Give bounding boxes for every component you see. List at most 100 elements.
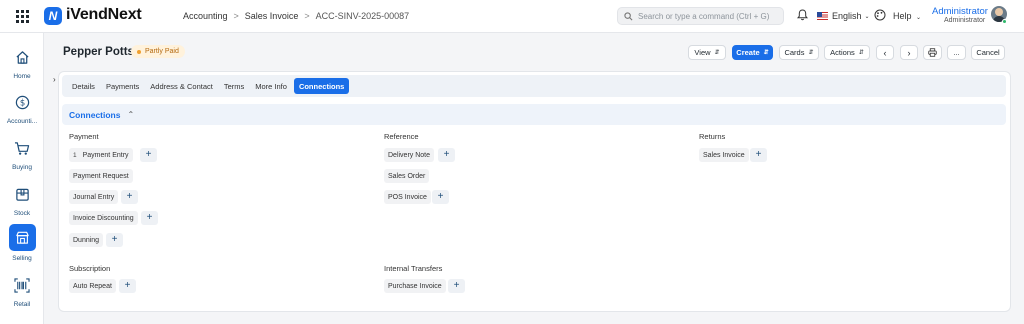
tab-payments[interactable]: Payments <box>102 78 143 94</box>
purchase-invoice-link[interactable]: Purchase Invoice <box>384 279 446 293</box>
add-purchase-invoice-button[interactable]: + <box>448 279 465 293</box>
search-icon <box>624 11 633 20</box>
printer-icon <box>928 48 937 57</box>
print-button[interactable] <box>923 45 942 60</box>
sidebar: Home $ Accounti... Buying Stock Selling … <box>0 33 44 324</box>
bell-icon[interactable] <box>797 9 808 21</box>
payment-request-label: Payment Request <box>73 172 129 180</box>
sales-order-link[interactable]: Sales Order <box>384 169 430 183</box>
box-icon <box>15 188 29 201</box>
sidebar-item-stock[interactable]: Stock <box>0 182 44 217</box>
payment-group-label: Payment <box>69 132 99 141</box>
sidebar-label-retail: Retail <box>13 301 31 308</box>
sidebar-item-buying[interactable]: Buying <box>0 136 44 171</box>
sales-order-label: Sales Order <box>388 172 426 180</box>
tab-connections[interactable]: Connections <box>293 78 350 94</box>
more-icon: ... <box>953 48 960 57</box>
auto-repeat-label: Auto Repeat <box>73 282 112 290</box>
sidebar-item-home[interactable]: Home <box>0 45 44 80</box>
sidebar-label-accounting: Accounti... <box>6 118 38 125</box>
next-button[interactable]: › <box>900 45 918 60</box>
svg-text:$: $ <box>19 97 24 107</box>
dunning-label: Dunning <box>73 236 100 244</box>
actions-button[interactable]: Actions ⇵ <box>824 45 870 60</box>
sidebar-item-selling[interactable]: Selling <box>0 224 44 262</box>
sales-invoice-return-link[interactable]: Sales Invoice <box>699 148 749 162</box>
sidebar-label-stock: Stock <box>13 210 31 217</box>
cart-icon <box>14 141 30 155</box>
brand-name[interactable]: iVendNext <box>66 6 142 24</box>
add-dunning-button[interactable]: + <box>106 233 123 247</box>
view-button[interactable]: View ⇵ <box>688 45 726 60</box>
tab-more-info[interactable]: More Info <box>251 78 291 94</box>
add-delivery-note-button[interactable]: + <box>438 148 455 162</box>
previous-button[interactable]: ‹ <box>876 45 894 60</box>
auto-repeat-link[interactable]: Auto Repeat <box>69 279 116 293</box>
search-bar[interactable] <box>617 7 784 25</box>
user-name[interactable]: Administrator <box>932 6 988 17</box>
payment-entry-count: 1 <box>73 151 77 159</box>
chevron-right-icon: > <box>233 11 239 21</box>
form-tabs: Details Payments Address & Contact Terms… <box>62 75 1006 97</box>
pos-invoice-link[interactable]: POS Invoice <box>384 190 431 204</box>
breadcrumb-accounting[interactable]: Accounting <box>183 11 228 21</box>
sidebar-label-buying: Buying <box>12 164 32 171</box>
payment-entry-label: Payment Entry <box>82 151 129 159</box>
returns-group-label: Returns <box>699 132 726 141</box>
chevron-updown-icon: ⇵ <box>808 50 814 56</box>
language-label: English <box>832 11 862 21</box>
invoice-discounting-label: Invoice Discounting <box>73 214 134 222</box>
dollar-icon: $ <box>15 95 29 109</box>
add-invoice-discounting-button[interactable]: + <box>141 211 158 225</box>
add-sales-invoice-return-button[interactable]: + <box>750 148 767 162</box>
apps-grid-icon[interactable] <box>16 10 29 23</box>
payment-entry-link[interactable]: 1 Payment Entry <box>69 148 133 162</box>
chevron-down-icon: ⌄ <box>916 15 922 21</box>
barcode-icon <box>14 277 30 293</box>
connections-section-header[interactable]: Connections ⌃ <box>62 104 1006 125</box>
tab-terms[interactable]: Terms <box>220 78 248 94</box>
add-pos-invoice-button[interactable]: + <box>432 190 449 204</box>
breadcrumb-document-id[interactable]: ACC-SINV-2025-00087 <box>316 11 410 21</box>
help-menu[interactable]: Help ⌄ <box>893 11 921 21</box>
status-label: Partly Paid <box>145 48 179 55</box>
dunning-link[interactable]: Dunning <box>69 233 104 247</box>
chevron-down-icon: ⌄ <box>864 13 870 20</box>
cards-label: Cards <box>784 48 805 57</box>
sidebar-item-retail[interactable]: Retail <box>0 273 44 308</box>
more-button[interactable]: ... <box>947 45 966 60</box>
add-auto-repeat-button[interactable]: + <box>119 279 136 293</box>
search-input[interactable] <box>638 11 778 21</box>
reference-group-label: Reference <box>384 132 419 141</box>
sidebar-item-accounting[interactable]: $ Accounti... <box>0 90 44 125</box>
language-selector[interactable]: English ⌄ <box>817 11 870 21</box>
cards-button[interactable]: Cards ⇵ <box>779 45 819 60</box>
payment-request-link[interactable]: Payment Request <box>69 169 133 183</box>
chevron-updown-icon: ⇵ <box>858 50 864 56</box>
tab-details[interactable]: Details <box>68 78 99 94</box>
journal-entry-label: Journal Entry <box>73 193 115 201</box>
home-icon <box>15 50 29 64</box>
invoice-discounting-link[interactable]: Invoice Discounting <box>69 211 138 225</box>
sidebar-toggle-icon[interactable]: › <box>53 75 56 84</box>
subscription-group-label: Subscription <box>69 264 111 273</box>
connections-title: Connections <box>69 109 121 120</box>
cancel-button[interactable]: Cancel <box>971 45 1005 60</box>
breadcrumb: Accounting > Sales Invoice > ACC-SINV-20… <box>183 11 409 21</box>
sidebar-label-home: Home <box>13 73 31 80</box>
tab-address-contact[interactable]: Address & Contact <box>146 78 217 94</box>
breadcrumb-sales-invoice[interactable]: Sales Invoice <box>245 11 299 21</box>
pos-invoice-label: POS Invoice <box>388 193 427 201</box>
status-badge: Partly Paid <box>131 45 185 58</box>
add-payment-entry-button[interactable]: + <box>140 148 157 162</box>
delivery-note-link[interactable]: Delivery Note <box>384 148 435 162</box>
add-journal-entry-button[interactable]: + <box>121 190 138 204</box>
actions-label: Actions <box>830 48 855 57</box>
help-label: Help <box>893 11 912 21</box>
theme-palette-icon[interactable] <box>874 9 886 21</box>
chevron-updown-icon: ⇵ <box>763 50 769 56</box>
journal-entry-link[interactable]: Journal Entry <box>69 190 119 204</box>
brand-logo-icon[interactable]: N <box>44 7 62 25</box>
create-button[interactable]: Create ⇵ <box>732 45 773 60</box>
create-label: Create <box>736 48 760 57</box>
